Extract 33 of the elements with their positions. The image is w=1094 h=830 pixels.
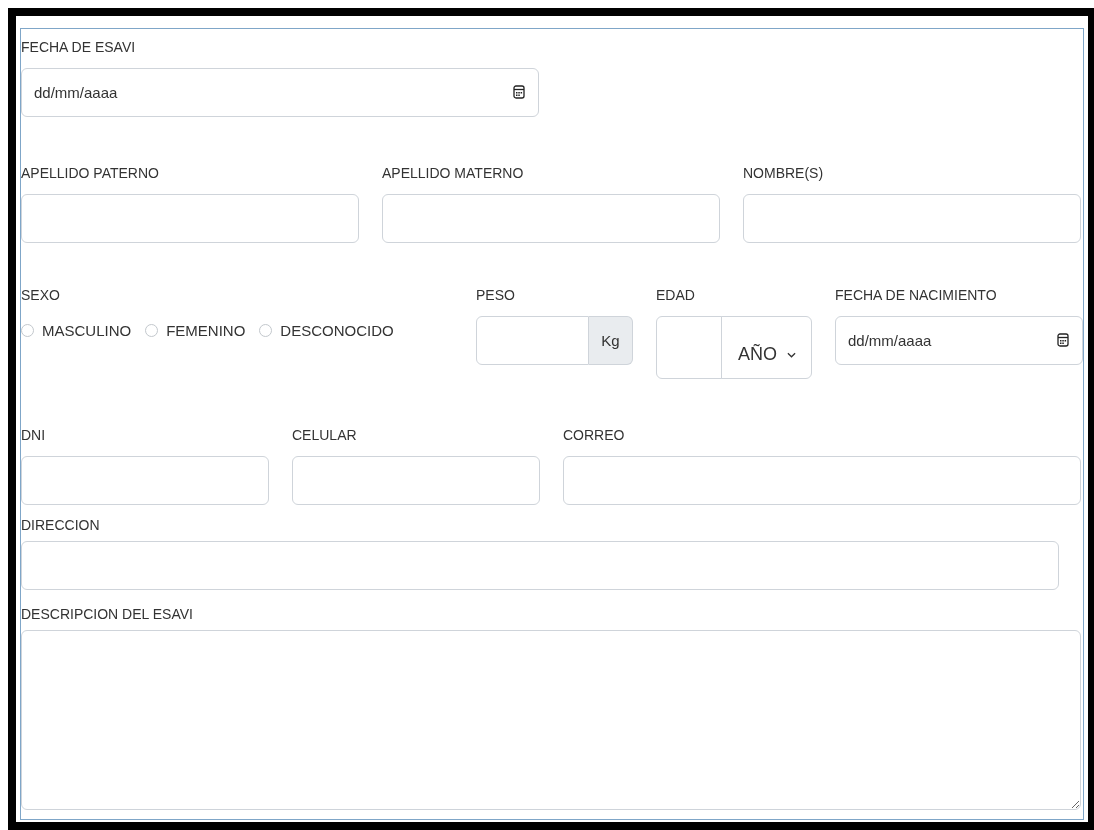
calendar-icon[interactable] bbox=[513, 85, 525, 99]
field-label: FECHA DE NACIMIENTO bbox=[835, 286, 998, 305]
field-label: DNI bbox=[21, 426, 47, 445]
chevron-icon bbox=[787, 351, 796, 358]
text-field[interactable] bbox=[292, 456, 540, 505]
calendar-icon[interactable] bbox=[1057, 333, 1069, 347]
text-area[interactable] bbox=[21, 630, 1081, 810]
field-label: DIRECCION bbox=[21, 516, 101, 535]
radio-label[interactable]: FEMENINO bbox=[166, 322, 246, 339]
radio-label[interactable]: MASCULINO bbox=[42, 322, 132, 339]
text-field[interactable] bbox=[21, 194, 359, 243]
text-field[interactable] bbox=[743, 194, 1081, 243]
date-field[interactable]: dd/mm/aaaa bbox=[21, 68, 539, 117]
radio-label[interactable]: DESCONOCIDO bbox=[280, 322, 394, 339]
field-label: CELULAR bbox=[292, 426, 358, 445]
field-label: EDAD bbox=[656, 286, 696, 305]
text-field[interactable] bbox=[21, 456, 269, 505]
number-field[interactable] bbox=[656, 316, 722, 379]
unit-dropdown[interactable]: AÑO bbox=[721, 316, 812, 379]
field-label: CORREO bbox=[563, 426, 626, 445]
field-label: FECHA DE ESAVI bbox=[21, 38, 137, 57]
field-label: APELLIDO MATERNO bbox=[382, 164, 525, 183]
text-field[interactable] bbox=[382, 194, 720, 243]
field-label: APELLIDO PATERNO bbox=[21, 164, 160, 183]
field-label: NOMBRE(S) bbox=[743, 164, 825, 183]
field-label: SEXO bbox=[21, 286, 61, 305]
text-field[interactable] bbox=[21, 541, 1059, 590]
number-field[interactable] bbox=[476, 316, 589, 365]
text-field[interactable] bbox=[563, 456, 1081, 505]
field-label: PESO bbox=[476, 286, 516, 305]
date-field[interactable]: dd/mm/aaaa bbox=[835, 316, 1083, 365]
field-label: DESCRIPCION DEL ESAVI bbox=[21, 605, 194, 624]
unit-addon: Kg bbox=[589, 316, 633, 365]
